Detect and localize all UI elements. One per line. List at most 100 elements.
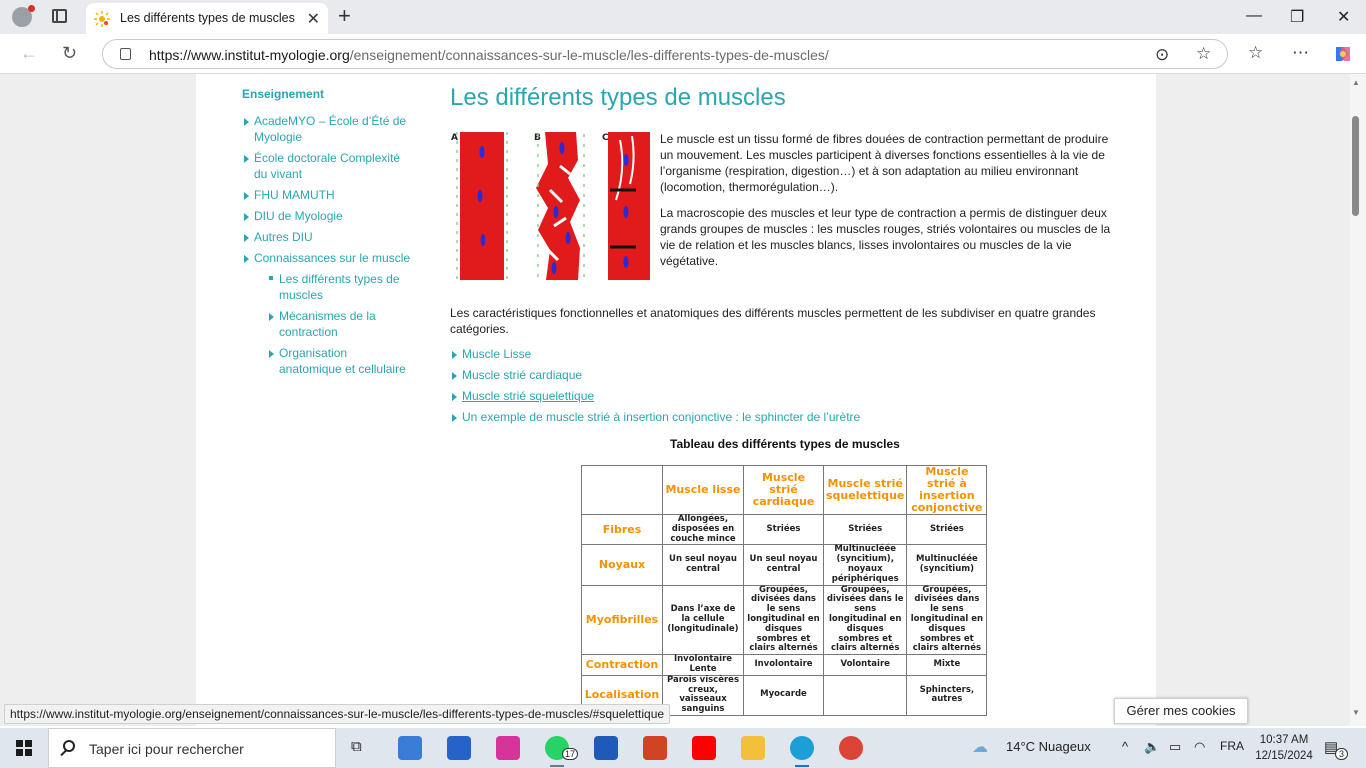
arrow-right-icon — [244, 155, 249, 163]
notifications-badge: 3 — [1335, 748, 1349, 760]
link-status-bar: https://www.institut-myologie.org/enseig… — [4, 704, 671, 724]
table-row-header: Contraction — [581, 654, 663, 676]
site-favicon-icon — [94, 11, 110, 27]
table-cell: Multinucléée (syncitium) — [906, 544, 988, 586]
table-header-cell: Muscle strié squelettique — [822, 465, 908, 515]
sidebar-item-connaissances[interactable]: Connaissances sur le muscle — [254, 250, 410, 266]
windows-start-icon[interactable] — [16, 740, 33, 757]
table-row: Contraction Involontaire Lente Involonta… — [581, 654, 988, 676]
restore-icon[interactable]: ❐ — [1290, 7, 1304, 27]
copilot-icon[interactable] — [1332, 43, 1354, 65]
new-tab-icon[interactable]: + — [338, 3, 351, 29]
taskbar-clock[interactable]: 10:37 AM 12/15/2024 — [1254, 732, 1314, 764]
task-view-icon[interactable]: ⧉ — [351, 738, 362, 755]
table-cell: Striées — [906, 513, 988, 546]
favorite-star-icon[interactable]: ☆ — [1196, 44, 1211, 64]
taskbar-search-box[interactable]: Taper ici pour rechercher — [48, 728, 336, 768]
file-explorer-icon[interactable] — [741, 736, 765, 760]
window-close-icon[interactable]: ✕ — [1337, 7, 1350, 27]
tab-close-icon[interactable]: ✕ — [307, 9, 320, 29]
sidebar-item-academyo[interactable]: AcadeMYO – École d’Été de Myologie — [254, 113, 414, 145]
volume-icon[interactable]: 🔈 — [1144, 739, 1160, 755]
windows-taskbar: Taper ici pour rechercher ⧉ 17 ☁ 14°C Nu… — [0, 728, 1366, 768]
word-app-icon[interactable] — [594, 736, 618, 760]
address-bar[interactable]: https://www.institut-myologie.org/enseig… — [102, 39, 1228, 69]
minimize-icon[interactable]: — — [1246, 7, 1262, 25]
table-cell: Allongées, disposées en couche mince — [662, 513, 744, 546]
table-row: Noyaux Un seul noyau central Un seul noy… — [581, 544, 988, 586]
link-muscle-cardiaque[interactable]: Muscle strié cardiaque — [462, 368, 582, 382]
table-corner-cell — [581, 465, 663, 515]
instagram-app-icon[interactable] — [496, 736, 520, 760]
arrow-right-icon — [452, 372, 457, 380]
browser-toolbar: ← ↻ https://www.institut-myologie.org/en… — [0, 34, 1366, 74]
table-cell: Multinucléée (syncitium), noyaux périphé… — [822, 544, 908, 586]
favorites-icon[interactable]: ☆ — [1248, 43, 1263, 63]
table-cell: Un seul noyau central — [743, 544, 824, 586]
sidebar-item-ecole-doctorale[interactable]: École doctorale Complexité du vivant — [254, 150, 414, 182]
search-icon — [63, 740, 75, 752]
table-cell: Striées — [743, 513, 824, 546]
battery-icon[interactable]: ▭ — [1169, 739, 1181, 755]
table-cell: Groupées, divisées dans le sens longitud… — [743, 584, 824, 656]
wifi-icon[interactable]: ◠ — [1194, 739, 1205, 755]
sidebar-title: Enseignement — [242, 87, 325, 101]
table-cell: Groupées, divisées dans le sens longitud… — [822, 584, 908, 656]
table-header-cell: Muscle strié cardiaque — [743, 465, 824, 515]
language-indicator[interactable]: FRA — [1220, 739, 1244, 753]
store-app-icon[interactable] — [447, 736, 471, 760]
refresh-icon[interactable]: ↻ — [62, 43, 77, 64]
manage-cookies-button[interactable]: Gérer mes cookies — [1114, 698, 1248, 724]
sidebar-item-fhu-mamuth[interactable]: FHU MAMUTH — [254, 187, 335, 203]
scrollbar-thumb[interactable] — [1352, 116, 1359, 216]
table-row: Myofibrilles Dans l’axe de la cellule (l… — [581, 584, 988, 656]
link-muscle-squelettique[interactable]: Muscle strié squelettique — [462, 389, 594, 403]
edge-app-icon[interactable] — [790, 736, 814, 760]
address-path: /enseignement/connaissances-sur-le-muscl… — [349, 47, 829, 63]
sidebar-subitem-contraction[interactable]: Mécanismes de la contraction — [279, 308, 409, 340]
sidebar-subitem-organisation[interactable]: Organisation anatomique et cellulaire — [279, 345, 409, 377]
scroll-up-icon[interactable]: ▲ — [1352, 78, 1360, 87]
link-muscle-lisse[interactable]: Muscle Lisse — [462, 347, 531, 361]
tab-actions-icon[interactable] — [52, 9, 67, 23]
table-cell: Mixte — [906, 654, 988, 676]
muscle-types-illustration: A B C — [451, 132, 650, 280]
weather-text[interactable]: 14°C Nuageux — [1006, 739, 1091, 754]
lock-icon[interactable] — [120, 48, 131, 60]
table-cell: Groupées, divisées dans le sens longitud… — [906, 584, 988, 656]
more-options-icon[interactable]: ⊙ — [1155, 45, 1169, 65]
table-header-cell: Muscle strié à insertion conjonctive — [906, 465, 988, 515]
arrow-right-icon — [244, 234, 249, 242]
mail-app-icon[interactable] — [398, 736, 422, 760]
clock-date: 12/15/2024 — [1255, 750, 1313, 762]
arrow-right-icon — [269, 313, 274, 321]
scroll-down-icon[interactable]: ▼ — [1352, 708, 1360, 717]
tab-title: Les différents types de muscles - I — [120, 11, 296, 25]
arrow-right-icon — [452, 414, 457, 422]
powerpoint-app-icon[interactable] — [643, 736, 667, 760]
muscle-types-table: Muscle lisse Muscle strié cardiaque Musc… — [581, 465, 988, 716]
link-sphincter-uretre[interactable]: Un exemple de muscle strié à insertion c… — [462, 410, 860, 424]
table-row: Fibres Allongées, disposées en couche mi… — [581, 513, 988, 546]
youtube-app-icon[interactable] — [692, 736, 716, 760]
sidebar-item-autres-diu[interactable]: Autres DIU — [254, 229, 313, 245]
table-cell: Striées — [822, 513, 908, 546]
table-cell: Un seul noyau central — [662, 544, 744, 586]
sidebar-item-diu-myologie[interactable]: DIU de Myologie — [254, 208, 343, 224]
table-header-row: Muscle lisse Muscle strié cardiaque Musc… — [581, 465, 988, 515]
active-tab[interactable]: Les différents types de muscles - I ✕ — [86, 3, 328, 34]
figure-label-c: C — [602, 133, 609, 143]
address-url[interactable]: https://www.institut-myologie.org/enseig… — [149, 47, 829, 63]
app-running-indicator — [550, 765, 564, 767]
back-icon[interactable]: ← — [20, 43, 38, 64]
sidebar-subitem-types-muscles[interactable]: Les différents types de muscles — [279, 271, 409, 303]
settings-menu-icon[interactable]: ⋯ — [1292, 43, 1309, 63]
show-hidden-icons-icon[interactable]: ^ — [1122, 739, 1128, 754]
table-cell: Involontaire Lente — [662, 654, 744, 676]
chrome-app-icon[interactable] — [839, 736, 863, 760]
arrow-right-icon — [452, 393, 457, 401]
table-row-header: Fibres — [581, 513, 663, 546]
weather-cloud-icon[interactable]: ☁ — [972, 737, 988, 757]
arrow-right-icon — [244, 192, 249, 200]
intro-paragraph-3: Les caractéristiques fonctionnelles et a… — [450, 306, 1096, 336]
